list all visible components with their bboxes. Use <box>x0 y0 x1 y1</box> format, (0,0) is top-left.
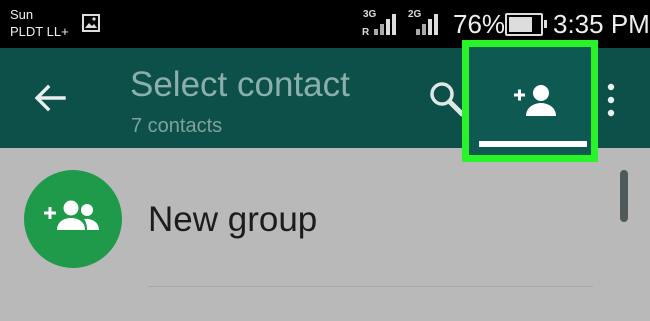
add-contact-button[interactable] <box>462 40 598 162</box>
group-avatar <box>24 170 122 268</box>
selection-underline <box>479 141 587 147</box>
page-title: Select contact <box>130 65 350 104</box>
signal-3g-icon <box>374 14 396 35</box>
status-clock: 3:35 PM <box>553 9 650 39</box>
carrier-name: Sun <box>10 7 34 22</box>
search-icon[interactable] <box>428 80 466 118</box>
new-group-label: New group <box>148 200 318 239</box>
list-divider <box>148 286 593 287</box>
signal-2g-icon <box>416 14 438 35</box>
carrier-info: Sun PLDT LL+ <box>10 6 69 40</box>
more-options-icon[interactable] <box>605 82 617 118</box>
battery-level <box>509 17 532 32</box>
contact-count: 7 contacts <box>131 115 223 137</box>
contact-list: New group <box>0 148 650 321</box>
battery-percent: 76% <box>453 9 506 39</box>
scrollbar[interactable] <box>620 170 628 222</box>
roaming-indicator: R <box>362 27 370 38</box>
add-contact-icon <box>514 85 556 116</box>
app-bar: Select contact 7 contacts <box>0 40 650 162</box>
carrier-network: PLDT LL+ <box>10 24 69 39</box>
group-add-icon <box>44 200 99 230</box>
gallery-notification-icon <box>82 14 100 32</box>
battery-icon <box>505 13 547 36</box>
back-arrow-icon[interactable] <box>32 80 68 116</box>
